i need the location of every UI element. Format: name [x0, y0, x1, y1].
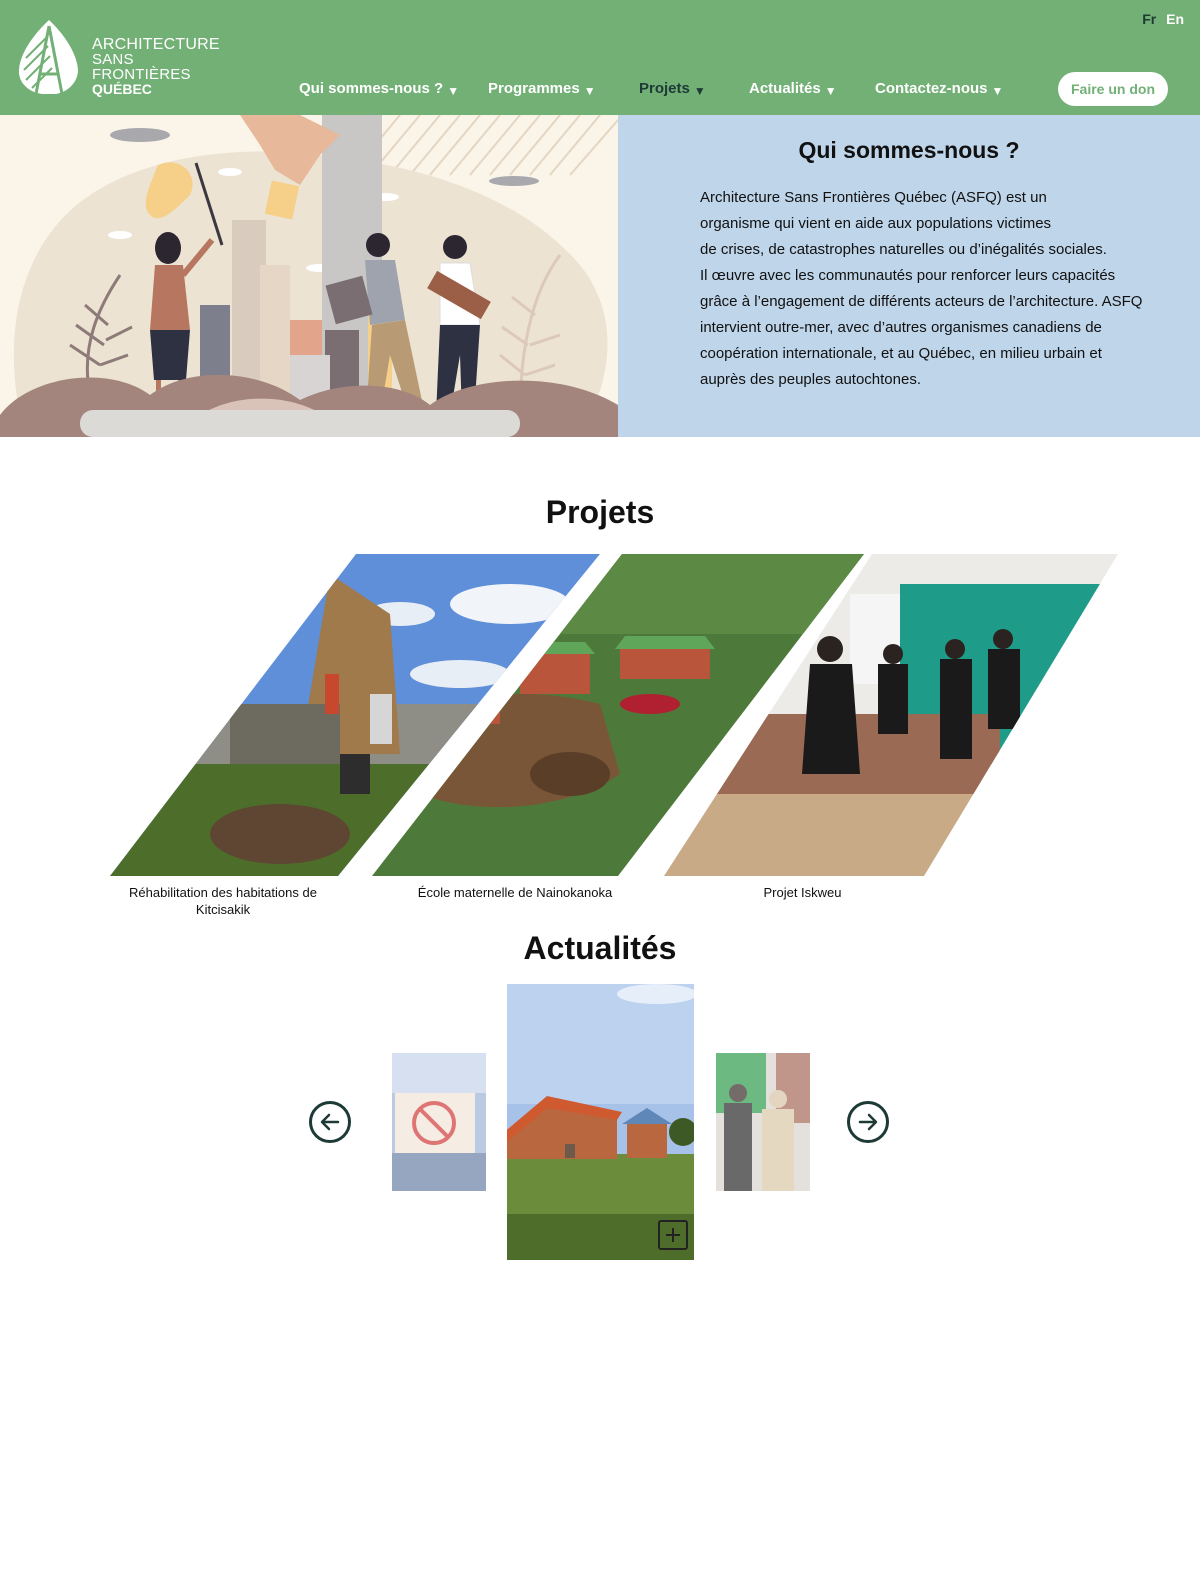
nav-item-projets[interactable]: Projets ▼ — [639, 80, 706, 98]
about-body: Architecture Sans Frontières Québec (ASF… — [700, 189, 1143, 388]
nav-item-qui-sommes-nous[interactable]: Qui sommes-nous ? ▼ — [299, 80, 460, 98]
nav-item-programmes[interactable]: Programmes ▼ — [488, 80, 596, 98]
logo-line-2: SANS FRONTIÈRES — [92, 51, 191, 83]
nav-item-actualites[interactable]: Actualités ▼ — [749, 80, 837, 98]
logo-line-3: QUÉBEC — [92, 81, 152, 97]
logo-leaf-icon — [18, 20, 79, 95]
plus-icon[interactable] — [658, 1220, 688, 1250]
carousel-next-button[interactable] — [847, 1101, 889, 1143]
logo-line-1: ARCHITECTURE — [92, 36, 220, 53]
caret-down-icon: ▼ — [991, 84, 1004, 98]
team-building-illustration — [0, 115, 618, 437]
projects-gallery — [110, 554, 1118, 876]
logo[interactable]: ARCHITECTURE SANS FRONTIÈRES QUÉBEC — [16, 18, 226, 98]
news-title: Actualités — [523, 930, 677, 966]
news-featured-image[interactable] — [507, 984, 694, 1260]
caret-down-icon: ▼ — [583, 84, 596, 98]
nav-label: Qui sommes-nous ? — [299, 80, 444, 97]
projects-title: Projets — [545, 494, 655, 530]
news-image-school — [507, 984, 694, 1260]
project-caption-iskweu[interactable]: Projet Iskweu — [700, 884, 905, 901]
nav-item-contactez-nous[interactable]: Contactez-nous ▼ — [875, 80, 1004, 98]
lang-en-link[interactable]: En — [1166, 11, 1184, 27]
arrow-right-icon — [858, 1113, 878, 1131]
logo-text: ARCHITECTURE SANS FRONTIÈRES QUÉBEC — [92, 37, 226, 97]
carousel-prev-button[interactable] — [309, 1101, 351, 1143]
arrow-left-icon — [320, 1113, 340, 1131]
news-image-people — [716, 1053, 810, 1191]
caret-down-icon: ▼ — [824, 84, 837, 98]
about-title: Qui sommes-nous ? — [798, 137, 1020, 163]
project-caption-nainokanoka[interactable]: École maternelle de Nainokanoka — [395, 884, 635, 901]
nav-label: Projets — [639, 80, 690, 97]
about-panel: Qui sommes-nous ? Architecture Sans Fron… — [618, 115, 1200, 437]
lang-fr-link[interactable]: Fr — [1142, 11, 1156, 27]
news-thumb-right[interactable] — [716, 1053, 810, 1191]
donate-button[interactable]: Faire un don — [1058, 72, 1168, 106]
language-switcher: Fr En — [1136, 11, 1184, 27]
caret-down-icon: ▼ — [447, 84, 460, 98]
news-image-no-entry — [392, 1053, 486, 1191]
news-thumb-left[interactable] — [392, 1053, 486, 1191]
hero-illustration — [0, 115, 618, 437]
nav-label: Programmes — [488, 80, 580, 97]
nav-label: Actualités — [749, 80, 821, 97]
caret-down-icon: ▼ — [693, 84, 706, 98]
nav-label: Contactez-nous — [875, 80, 988, 97]
project-caption-kitcisakik[interactable]: Réhabilitation des habitations de Kitcis… — [108, 884, 338, 918]
site-header: ARCHITECTURE SANS FRONTIÈRES QUÉBEC Fr E… — [0, 0, 1200, 115]
